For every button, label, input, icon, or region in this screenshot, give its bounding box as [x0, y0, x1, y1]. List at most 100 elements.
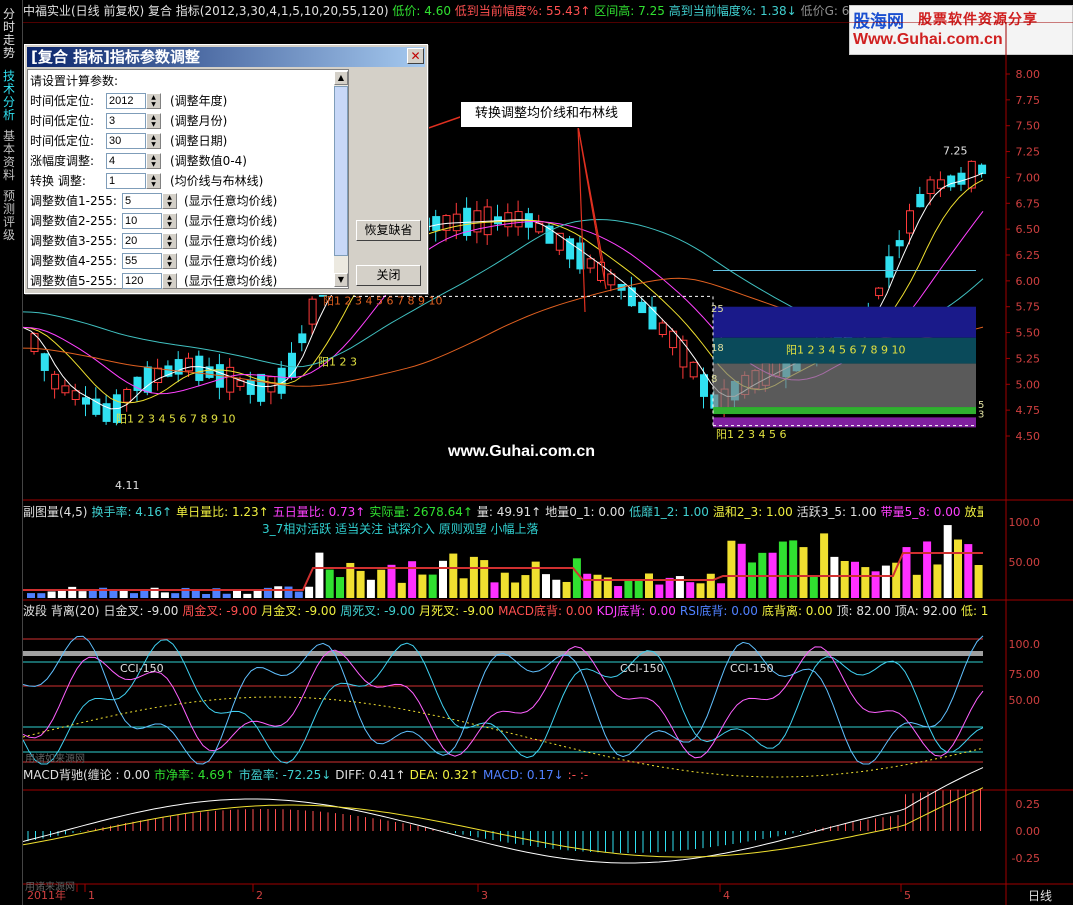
tab-fundamentals[interactable]: 基本资料: [3, 130, 19, 182]
param-note: (显示任意均价线): [184, 234, 278, 248]
volume-bar: [140, 590, 149, 598]
restore-defaults-button[interactable]: 恢复缺省: [356, 220, 421, 241]
params-scrollbar[interactable]: ▲ ▼: [334, 71, 348, 287]
param-label: 涨幅度调整:: [30, 154, 95, 168]
indicator-value: 活跃3_5: 1.00: [796, 505, 877, 519]
spinner-icon[interactable]: ▲ ▼: [146, 173, 161, 189]
y-tick-label: 7.00: [1016, 171, 1041, 184]
candle-body: [638, 301, 647, 314]
indicator-value: MACD: 0.17↓: [483, 768, 564, 782]
y-tick-label: 5.75: [1016, 301, 1041, 314]
param-input[interactable]: 30: [106, 133, 146, 149]
volume-bar: [820, 533, 829, 598]
candle-body: [40, 353, 49, 371]
param-input[interactable]: 1: [106, 173, 146, 189]
indicator-value: MACD底背: 0.00: [498, 604, 593, 618]
candle-body: [195, 355, 204, 381]
param-input[interactable]: 55: [122, 253, 162, 269]
tab-intraday[interactable]: 分时走势: [3, 8, 19, 60]
param-input[interactable]: 2012: [106, 93, 146, 109]
volume-indicator-row: 副图量(4,5) 换手率: 4.16↑ 单日量比: 1.23↑ 五日量比: 0.73↑…: [23, 504, 983, 520]
count-label: 阳1 2 3 4 5 6 7 8 9 10: [323, 295, 442, 308]
volume-bar: [655, 584, 664, 598]
box-zone: [713, 363, 976, 408]
tab-technical[interactable]: 技术分析: [3, 70, 19, 122]
spinner-icon[interactable]: ▲ ▼: [146, 133, 161, 149]
oscillator-line: [23, 639, 984, 765]
indicator-value: KDJ底背: 0.00: [596, 604, 676, 618]
dialog-title[interactable]: [复合 指标]指标参数调整: [27, 47, 425, 67]
candle-body: [308, 298, 317, 325]
param-label: 时间低定位:: [30, 114, 95, 128]
param-label: 时间低定位:: [30, 94, 95, 108]
count-label: 阳1 2 3 4 5 6 7 8 9 10: [786, 343, 905, 356]
param-label: 调整数值4-255:: [30, 254, 117, 268]
volume-bar: [500, 572, 509, 598]
y-tick-label: 0.25: [1016, 798, 1041, 811]
cci-label: CCI-150: [620, 662, 664, 675]
param-note: (调整年度): [170, 94, 228, 108]
param-label: 调整数值2-255:: [30, 214, 117, 228]
volume-bar: [377, 569, 386, 598]
tab-forecast[interactable]: 预测评级: [3, 190, 19, 242]
volume-bar: [37, 593, 46, 598]
y-tick-label: 5.50: [1016, 327, 1041, 340]
volume-bar: [284, 586, 293, 598]
indicator-value: 市盈率: -72.25↓: [238, 768, 332, 782]
indicator-value: :- :-: [567, 768, 589, 782]
param-input[interactable]: 10: [122, 213, 162, 229]
candle-body: [875, 287, 884, 297]
param-input[interactable]: 20: [122, 233, 162, 249]
y-tick-label: 5.25: [1016, 352, 1041, 365]
param-input[interactable]: 120: [122, 273, 162, 289]
param-input[interactable]: 4: [106, 153, 146, 169]
spinner-icon[interactable]: ▲ ▼: [146, 93, 161, 109]
y-tick-label: 0.00: [1016, 825, 1041, 838]
time-label: 5: [904, 889, 911, 902]
y-tick-label: 7.50: [1016, 120, 1041, 133]
indicator-value: MACD背驰(缠论 : 0.00: [23, 768, 151, 782]
volume-bar: [356, 570, 365, 598]
indicator-value: 实际量: 2678.64↑: [369, 505, 473, 519]
close-icon[interactable]: ✕: [407, 48, 424, 64]
spinner-icon[interactable]: ▲ ▼: [162, 193, 177, 209]
spinner-icon[interactable]: ▲ ▼: [162, 233, 177, 249]
scroll-thumb[interactable]: [334, 86, 348, 256]
volume-bar: [233, 590, 241, 598]
volume-bar: [511, 582, 520, 598]
y-tick-label: 6.50: [1016, 223, 1041, 236]
spinner-icon[interactable]: ▲ ▼: [146, 113, 161, 129]
indicator-value: 放量8_15:: [964, 505, 984, 519]
spinner-icon[interactable]: ▲ ▼: [162, 273, 177, 289]
box-zone: [713, 306, 976, 338]
close-button[interactable]: 关闭: [356, 265, 421, 286]
spinner-icon[interactable]: ▲ ▼: [146, 153, 161, 169]
watermark-text: www.Guhai.com.cn: [448, 443, 595, 460]
indicator-value: 副图量(4,5): [23, 505, 88, 519]
volume-bar: [336, 577, 344, 598]
y-tick-label: 100.0: [1009, 516, 1041, 529]
volume-bar: [315, 552, 324, 598]
param-input[interactable]: 3: [106, 113, 146, 129]
volume-bar: [294, 591, 303, 598]
param-input[interactable]: 5: [122, 193, 162, 209]
y-tick-label: 4.50: [1016, 430, 1041, 443]
indicator-value: 带量5_8: 0.00: [880, 505, 961, 519]
y-tick-label: 50.00: [1009, 556, 1041, 569]
volume-bar: [572, 558, 581, 598]
scroll-up-icon[interactable]: ▲: [334, 71, 348, 85]
candle-body: [277, 367, 286, 394]
param-label: 调整数值3-255:: [30, 234, 117, 248]
indicator-value: DEA: 0.32↑: [409, 768, 480, 782]
candle-body: [967, 160, 976, 189]
scroll-down-icon[interactable]: ▼: [334, 273, 348, 287]
time-label: 2: [256, 889, 263, 902]
chart-title: 中福实业(日线 前复权) 复合 指标(2012,3,30,4,1,5,10,20…: [23, 4, 389, 18]
spinner-icon[interactable]: ▲ ▼: [162, 213, 177, 229]
volume-bar: [861, 567, 870, 598]
spinner-icon[interactable]: ▲ ▼: [162, 253, 177, 269]
candle-body: [51, 373, 60, 390]
candle-body: [885, 256, 894, 278]
y-tick-label: 8.00: [1016, 68, 1041, 81]
volume-bar: [830, 556, 839, 598]
